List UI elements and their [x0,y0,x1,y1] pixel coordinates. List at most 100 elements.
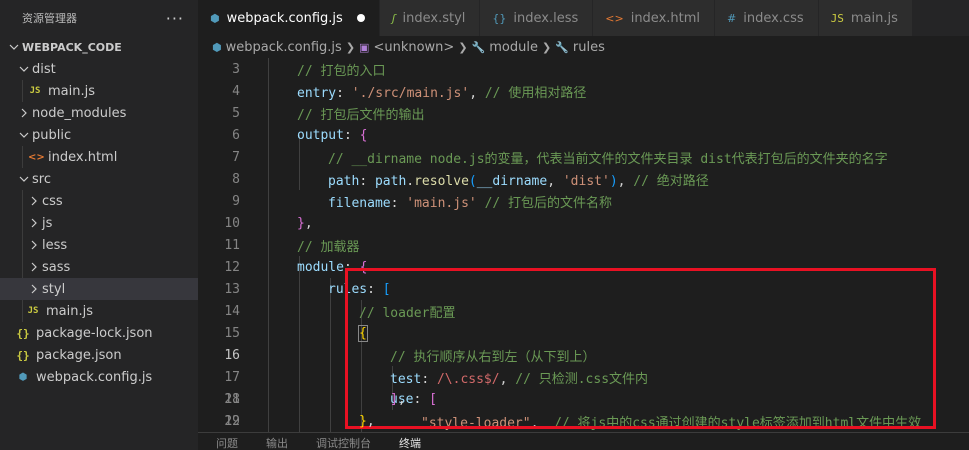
tab-label: webpack.config.js [226,10,343,26]
tree-item-label: index.html [48,149,118,165]
code-text: filename: 'main.js' // 打包后的文件名称 [328,195,613,211]
code-line: 3 // 打包的入口 [198,58,969,80]
code-line: 7 // __dirname node.js的变量，代表当前文件的文件夹目录 d… [198,146,969,168]
line-number: 9 [232,193,240,209]
tab-output[interactable]: 输出 [266,433,288,450]
tree-item-js[interactable]: js [0,212,198,234]
tree-item-dist[interactable]: dist [0,58,198,80]
tab-debug-console[interactable]: 调试控制台 [316,433,371,450]
braces-icon: {} [492,11,507,25]
tab-webpack-config-js[interactable]: ⬢ webpack.config.js [198,0,380,36]
tab-index-less[interactable]: {} index.less [480,0,594,36]
json-file-icon: {} [16,348,30,362]
code-line: 6 output: { [198,124,969,146]
tree-item-label: node_modules [32,105,127,121]
code-text: // 加载器 [297,239,360,255]
js-file-icon: JS [29,86,41,96]
tree-item-node-modules[interactable]: node_modules [0,102,198,124]
tree-item-dist-main-js[interactable]: JS main.js [0,80,198,102]
code-text: output: { [297,127,368,143]
code-text: }, [359,413,375,429]
code-editor-tail: 21 ], 22 }, [198,388,969,432]
line-number: 7 [232,149,240,165]
code-line: 22 }, [198,410,969,432]
code-text: }, [297,215,313,231]
tab-index-html[interactable]: <> index.html [593,0,716,36]
tab-label: index.styl [402,10,466,26]
tab-label: index.less [513,10,579,26]
tree-item-less[interactable]: less [0,234,198,256]
code-text: // 打包后文件的输出 [297,107,425,123]
tree-item-css[interactable]: css [0,190,198,212]
tab-problems[interactable]: 问题 [216,433,238,450]
code-text: // __dirname node.js的变量，代表当前文件的文件夹目录 dis… [328,151,888,167]
line-number: 12 [224,259,240,275]
wrench-icon: 🔧 [555,40,569,54]
code-line: 10 }, [198,212,969,234]
tree-item-label: styl [42,281,66,297]
line-number: 21 [224,391,240,407]
modified-dot-icon[interactable] [356,14,365,22]
code-text: // 打包的入口 [297,63,386,79]
code-text: path: path.resolve(__dirname, 'dist'), /… [328,173,709,189]
tree-item-webpack-config-js[interactable]: ⬢ webpack.config.js [0,366,198,388]
webpack-icon: ⬢ [210,11,220,25]
breadcrumb-module[interactable]: module [489,40,538,55]
tree-item-src[interactable]: src [0,168,198,190]
chevron-right-icon: ❯ [345,40,356,54]
code-text: entry: './src/main.js', // 使用相对路径 [297,85,587,101]
line-number: 13 [224,281,240,297]
line-number: 10 [224,215,240,231]
cube-icon: ▣ [359,40,370,54]
tree-item-public[interactable]: public [0,124,198,146]
tree-item-package-json[interactable]: {} package.json [0,344,198,366]
tree-item-package-lock-json[interactable]: {} package-lock.json [0,322,198,344]
chevron-right-icon [26,262,42,272]
tree-item-styl[interactable]: styl [0,278,198,300]
chevron-right-icon [26,240,42,250]
code-line: 8 path: path.resolve(__dirname, 'dist'),… [198,168,969,190]
breadcrumb-file[interactable]: webpack.config.js [226,40,342,55]
tab-index-styl[interactable]: ʃ index.styl [379,0,481,36]
tree-item-index-html[interactable]: <> index.html [0,146,198,168]
line-number: 5 [232,105,240,121]
tree-item-label: main.js [46,303,93,319]
code-text: ], [390,391,406,407]
line-number: 4 [232,83,240,99]
tree-item-label: sass [42,259,71,275]
breadcrumb: ⬢ webpack.config.js ❯ ▣ <unknown> ❯ 🔧 mo… [198,36,969,58]
chevron-down-icon [16,174,32,184]
tree-item-label: public [32,127,72,143]
tree-item-label: webpack.config.js [36,369,153,385]
editor-tab-bar: ⬢ webpack.config.js ʃ index.styl {} inde… [198,0,969,36]
chevron-right-icon [16,108,32,118]
tree-item-label: js [42,215,53,231]
tree-item-label: src [32,171,51,187]
project-name: WEBPACK_CODE [22,40,122,54]
line-number: 3 [232,61,240,77]
line-number: 15 [224,325,240,341]
tree-item-label: dist [32,61,56,77]
tree-item-sass[interactable]: sass [0,256,198,278]
webpack-icon: ⬢ [212,40,222,54]
tree-item-label: less [42,237,68,253]
panel-tab-bar: 问题 输出 调试控制台 终端 [198,432,969,450]
js-file-icon: JS [27,306,39,316]
tab-terminal[interactable]: 终端 [399,433,421,450]
tab-index-css[interactable]: # index.css [715,0,819,36]
line-number: 6 [232,127,240,143]
project-root[interactable]: WEBPACK_CODE [0,36,198,58]
tab-main-js[interactable]: JS main.js [818,0,913,36]
chevron-down-icon [16,64,32,74]
stylus-icon: ʃ [391,11,396,25]
line-number: 16 [224,347,240,363]
breadcrumb-scope[interactable]: <unknown> [373,40,454,55]
tab-label: main.js [850,10,898,26]
more-actions-icon[interactable]: ··· [166,9,184,28]
explorer-sidebar: 资源管理器 ··· WEBPACK_CODE dist JS main.js n… [0,0,198,450]
html-file-icon: <> [28,151,45,163]
breadcrumb-rules[interactable]: rules [573,40,605,55]
tab-label: index.html [630,10,701,26]
tree-item-src-main-js[interactable]: JS main.js [0,300,198,322]
chevron-right-icon: ❯ [458,40,468,54]
